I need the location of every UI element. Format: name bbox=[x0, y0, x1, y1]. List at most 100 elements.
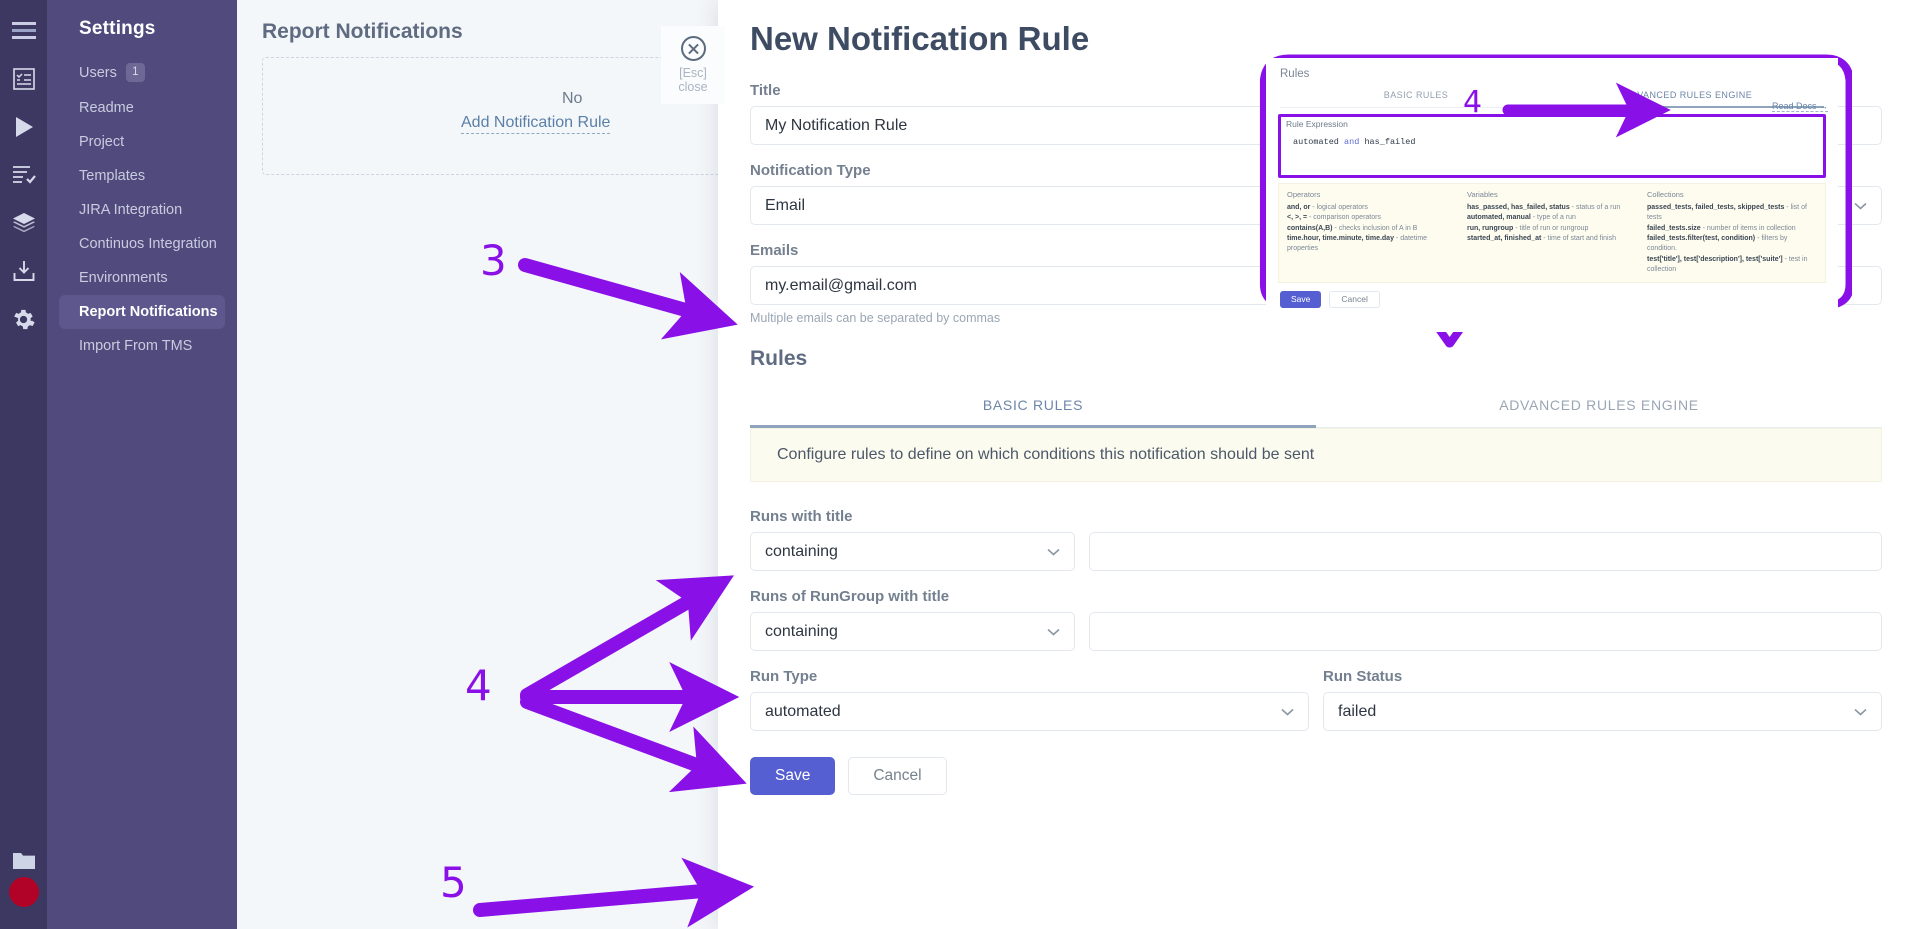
run-type-status-row: Run Type automated Run Status failed bbox=[750, 668, 1882, 731]
run-status-value: failed bbox=[1338, 702, 1377, 720]
sidebar-item-environments[interactable]: Environments bbox=[59, 261, 225, 295]
callout-tabs: BASIC RULES ADVANCED RULES ENGINE bbox=[1280, 86, 1824, 108]
help-item: has_passed, has_failed, status - status … bbox=[1467, 203, 1637, 213]
tab-basic-rules[interactable]: BASIC RULES bbox=[750, 387, 1316, 428]
layers-icon[interactable] bbox=[7, 206, 41, 240]
add-notification-rule-link[interactable]: Add Notification Rule bbox=[461, 114, 611, 134]
help-variables-heading: Variables bbox=[1467, 190, 1498, 199]
run-status-select[interactable]: failed bbox=[1323, 692, 1882, 731]
sidebar-item-import-from-tms[interactable]: Import From TMS bbox=[59, 329, 225, 363]
run-status-block: Run Status failed bbox=[1323, 668, 1882, 731]
folder-icon[interactable] bbox=[7, 843, 41, 877]
esc-close-tab[interactable]: [Esc] close bbox=[661, 26, 725, 104]
callout-save-button[interactable]: Save bbox=[1280, 290, 1322, 308]
help-item: started_at, finished_at - time of start … bbox=[1467, 234, 1637, 244]
expr-token-keyword: and bbox=[1344, 137, 1360, 147]
chevron-down-icon bbox=[1047, 628, 1060, 636]
rules-tabs: BASIC RULES ADVANCED RULES ENGINE bbox=[750, 387, 1882, 428]
help-term: failed_tests.filter(test, condition) bbox=[1647, 235, 1756, 243]
read-docs-link[interactable]: Read Docs → bbox=[1771, 101, 1828, 112]
sidebar-item-label: Import From TMS bbox=[79, 338, 193, 354]
help-desc: - number of items in collection bbox=[1700, 224, 1796, 232]
expression-help-panel: Operators and, or - logical operators <,… bbox=[1278, 183, 1826, 283]
help-item: contains(A,B) - checks inclusion of A in… bbox=[1287, 224, 1457, 234]
help-desc: - type of a run bbox=[1530, 214, 1576, 222]
esc-key-text: [Esc] bbox=[679, 66, 707, 80]
gear-icon[interactable] bbox=[7, 302, 41, 336]
sidebar-item-label: Environments bbox=[79, 270, 168, 286]
chevron-down-icon bbox=[1854, 202, 1867, 210]
runs-with-title-operator-value: containing bbox=[765, 542, 838, 560]
page-title: Report Notifications bbox=[262, 20, 463, 43]
help-variables-column: Variables has_passed, has_failed, status… bbox=[1467, 190, 1637, 276]
runs-of-rungroup-block: Runs of RunGroup with title containing bbox=[750, 588, 1882, 651]
import-icon[interactable] bbox=[7, 254, 41, 288]
help-item: <, >, = - comparison operators bbox=[1287, 213, 1457, 223]
help-term: failed_tests.size bbox=[1647, 224, 1701, 232]
sidebar-item-report-notifications[interactable]: Report Notifications bbox=[59, 295, 225, 329]
sidebar-item-label: Users bbox=[79, 64, 117, 81]
help-operators-heading: Operators bbox=[1287, 190, 1321, 199]
close-circle-icon[interactable] bbox=[680, 36, 706, 61]
help-item: failed_tests.size - number of items in c… bbox=[1647, 224, 1817, 234]
play-icon[interactable] bbox=[7, 110, 41, 144]
sidebar-item-jira-integration[interactable]: JIRA Integration bbox=[59, 193, 225, 227]
expr-token-post: has_failed bbox=[1364, 137, 1416, 147]
help-item: failed_tests.filter(test, condition) - f… bbox=[1647, 234, 1817, 255]
rule-expression-editor[interactable]: Rule Expression automated and has_failed bbox=[1278, 114, 1826, 178]
chevron-down-icon bbox=[1047, 548, 1060, 556]
menu-icon[interactable] bbox=[7, 14, 41, 48]
sidebar-item-label: Readme bbox=[79, 100, 134, 116]
sidebar-item-label: Report Notifications bbox=[79, 304, 218, 320]
expr-token-pre: automated bbox=[1293, 137, 1339, 147]
runs-of-rungroup-value-input[interactable] bbox=[1089, 612, 1882, 651]
icon-rail bbox=[0, 0, 47, 929]
users-count-badge: 1 bbox=[125, 63, 145, 82]
help-term: started_at, finished_at bbox=[1467, 235, 1542, 243]
run-type-block: Run Type automated bbox=[750, 668, 1309, 731]
help-item: and, or - logical operators bbox=[1287, 203, 1457, 213]
sidebar-item-label: Project bbox=[79, 134, 125, 150]
checklist-icon[interactable] bbox=[7, 62, 41, 96]
run-status-label: Run Status bbox=[1323, 668, 1403, 685]
help-collections-heading: Collections bbox=[1647, 190, 1684, 199]
save-button[interactable]: Save bbox=[750, 757, 836, 795]
run-type-select[interactable]: automated bbox=[750, 692, 1309, 731]
callout-action-buttons: Save Cancel bbox=[1280, 290, 1838, 308]
sidebar-item-users[interactable]: Users 1 bbox=[59, 54, 225, 91]
help-item: passed_tests, failed_tests, skipped_test… bbox=[1647, 203, 1817, 224]
runs-of-rungroup-operator-select[interactable]: containing bbox=[750, 612, 1075, 651]
help-term: <, >, = bbox=[1287, 214, 1308, 222]
callout-content: Rules BASIC RULES ADVANCED RULES ENGINE … bbox=[1266, 58, 1838, 332]
help-operators-column: Operators and, or - logical operators <,… bbox=[1287, 190, 1457, 276]
help-item: test['title'], test['description'], test… bbox=[1647, 255, 1817, 276]
help-desc: - logical operators bbox=[1310, 204, 1368, 211]
tab-advanced-rules-engine[interactable]: ADVANCED RULES ENGINE bbox=[1316, 387, 1882, 428]
runs-with-title-value-input[interactable] bbox=[1089, 532, 1882, 571]
modal-action-buttons: Save Cancel bbox=[750, 757, 1882, 825]
callout-tab-basic-rules[interactable]: BASIC RULES bbox=[1280, 86, 1552, 108]
rules-info-banner: Configure rules to define on which condi… bbox=[750, 428, 1882, 482]
empty-state-text: No bbox=[562, 90, 583, 107]
callout-cancel-button[interactable]: Cancel bbox=[1329, 290, 1380, 308]
cancel-button[interactable]: Cancel bbox=[848, 757, 947, 795]
help-item: time.hour, time.minute, time.day - datet… bbox=[1287, 234, 1457, 255]
runs-with-title-operator-select[interactable]: containing bbox=[750, 532, 1075, 571]
sidebar-item-project[interactable]: Project bbox=[59, 125, 225, 159]
sidebar-item-readme[interactable]: Readme bbox=[59, 91, 225, 125]
help-desc: - checks inclusion of A in B bbox=[1332, 224, 1418, 232]
rule-expression-code: automated and has_failed bbox=[1293, 137, 1415, 147]
runs-with-title-block: Runs with title containing bbox=[750, 508, 1882, 571]
help-desc: - comparison operators bbox=[1307, 214, 1381, 222]
rule-expression-label: Rule Expression bbox=[1286, 119, 1348, 129]
help-collections-column: Collections passed_tests, failed_tests, … bbox=[1647, 190, 1817, 276]
esc-close-label: [Esc] close bbox=[678, 66, 707, 94]
sidebar-nav-list: Users 1 Readme Project Templates JIRA In… bbox=[47, 54, 237, 363]
advanced-rules-callout: Rules BASIC RULES ADVANCED RULES ENGINE … bbox=[1252, 44, 1852, 374]
runs-with-title-label: Runs with title bbox=[750, 508, 853, 525]
sidebar-item-continuos-integration[interactable]: Continuos Integration bbox=[59, 227, 225, 261]
test-results-icon[interactable] bbox=[7, 158, 41, 192]
sidebar-item-templates[interactable]: Templates bbox=[59, 159, 225, 193]
help-desc: - status of a run bbox=[1569, 204, 1621, 211]
record-dot-icon[interactable] bbox=[8, 877, 39, 907]
